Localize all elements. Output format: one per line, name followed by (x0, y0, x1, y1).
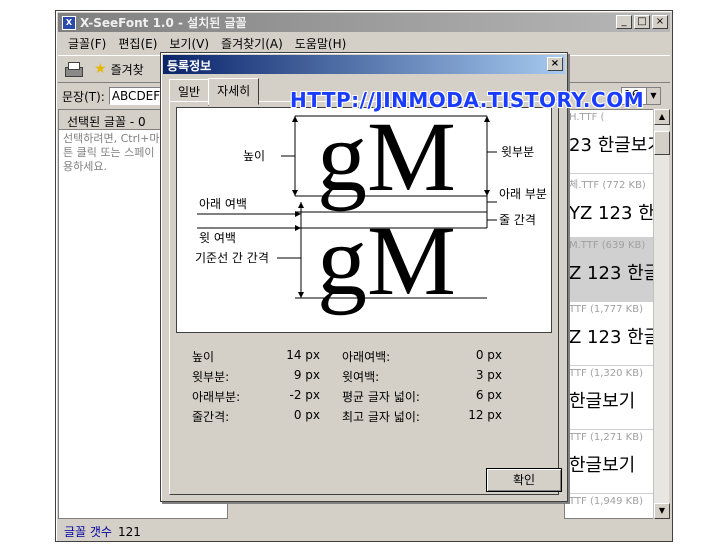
printer-icon[interactable] (64, 61, 83, 77)
font-count: 121 (117, 525, 141, 539)
list-item[interactable]: TTF (1,949 KB) (565, 494, 663, 518)
font-file-meta: TTF (1,949 KB) (569, 496, 643, 507)
metric-value: 14 px (286, 348, 320, 362)
font-file-meta: H.TTF ( (569, 112, 605, 123)
label-top-margin: 윗 여백 (199, 230, 236, 245)
label-ascent: 윗부분 (501, 144, 534, 159)
sentence-label: 문장(T): (62, 89, 105, 104)
metric-value: -2 px (289, 388, 321, 402)
window-controls: _ □ × (616, 15, 668, 29)
font-sample: Z 123 한글 (569, 327, 661, 348)
metric-key: 높이 (192, 350, 215, 364)
metric-value: 0 px (475, 348, 502, 362)
font-list[interactable]: H.TTF ( 23 한글보기 체.TTF (772 KB) YZ 123 한 … (564, 109, 664, 519)
metric-key: 아래여백: (342, 350, 391, 364)
ok-button[interactable]: 확인 (486, 468, 562, 492)
metric-value: 12 px (468, 408, 502, 422)
details-tab-pane: gM gM 높이 아래 여백 윗 여백 기준선 간 간격 윗부분 아래 부분 줄… (169, 101, 562, 495)
font-file-meta: 체.TTF (772 KB) (569, 180, 646, 191)
metrics-row: 줄간격: 0 px 최고 글자 넓이: 12 px (192, 408, 532, 428)
chevron-down-icon[interactable]: ▼ (646, 88, 660, 104)
metric-key: 아래부분: (192, 390, 241, 404)
metric-value: 3 px (475, 368, 502, 382)
label-height: 높이 (243, 149, 265, 163)
menu-help[interactable]: 도움말(H) (289, 35, 353, 52)
font-sample: 한글보기 (569, 455, 636, 476)
list-item[interactable]: 체.TTF (772 KB) YZ 123 한 (565, 174, 663, 238)
list-item[interactable]: TTF (1,320 KB) 한글보기 (565, 366, 663, 430)
maximize-button[interactable]: □ (634, 15, 650, 29)
status-bar: 글꼴 갯수 121 (58, 521, 228, 539)
font-file-meta: TTF (1,320 KB) (569, 368, 643, 379)
metric-key: 최고 글자 넓이: (342, 410, 420, 424)
tab-details[interactable]: 자세히 (208, 78, 260, 105)
list-item-selected[interactable]: M.TTF (639 KB) Z 123 한글 (565, 238, 663, 302)
glyph-sample-1: gM (317, 108, 456, 212)
font-sample: 23 한글보기 (569, 135, 664, 156)
main-titlebar[interactable]: X X-SeeFont 1.0 - 설치된 글꼴 _ □ × (58, 13, 670, 32)
font-sample: YZ 123 한 (569, 203, 655, 224)
metrics-diagram: gM gM 높이 아래 여백 윗 여백 기준선 간 간격 윗부분 아래 부분 줄… (195, 108, 547, 316)
list-item[interactable]: TTF (1,777 KB) Z 123 한글 (565, 302, 663, 366)
menu-view[interactable]: 보기(V) (163, 35, 215, 52)
metrics-row: 윗부분: 9 px 윗여백: 3 px (192, 368, 532, 388)
font-count-label: 글꼴 갯수 (64, 525, 112, 539)
dialog-close-button[interactable]: × (547, 57, 563, 71)
metrics-table: 높이 14 px 아래여백: 0 px 윗부분: 9 px 윗여백: 3 px … (192, 348, 532, 428)
font-sample: 한글보기 (569, 391, 636, 412)
menu-font[interactable]: 글꼴(F) (62, 35, 112, 52)
label-baseline-gap: 기준선 간 간격 (195, 251, 269, 265)
favorites-button-label[interactable]: 즐겨찾 (111, 61, 144, 78)
menubar: 글꼴(F) 편집(E) 보기(V) 즐겨찾기(A) 도움말(H) (58, 33, 670, 53)
label-descent: 아래 부분 (499, 187, 547, 201)
properties-dialog: 등록정보 × 일반 자세히 gM gM 높이 아래 여백 윗 여백 기준선 간 … (160, 52, 568, 502)
metrics-row: 높이 14 px 아래여백: 0 px (192, 348, 532, 368)
metric-value: 9 px (293, 368, 320, 382)
close-button[interactable]: × (652, 15, 668, 29)
scroll-up-icon[interactable]: ▲ (654, 109, 670, 125)
label-bottom-margin: 아래 여백 (199, 197, 247, 211)
scroll-thumb[interactable] (654, 131, 670, 155)
watermark-text: HTTP://JINMODA.TISTORY.COM (290, 88, 645, 112)
metric-key: 윗여백: (342, 370, 380, 384)
font-file-meta: TTF (1,271 KB) (569, 432, 643, 443)
glyph-sample-2: gM (317, 205, 456, 316)
scroll-down-icon[interactable]: ▼ (654, 503, 670, 519)
menu-favorites[interactable]: 즐겨찾기(A) (215, 35, 289, 52)
font-list-scrollbar[interactable]: ▲ ▼ (653, 109, 670, 519)
minimize-button[interactable]: _ (616, 15, 632, 29)
metrics-row: 아래부분: -2 px 평균 글자 넓이: 6 px (192, 388, 532, 408)
metric-key: 줄간격: (192, 410, 230, 424)
metric-key: 윗부분: (192, 370, 230, 384)
font-file-meta: M.TTF (639 KB) (569, 240, 646, 251)
list-item[interactable]: H.TTF ( 23 한글보기 (565, 110, 663, 174)
metric-value: 0 px (293, 408, 320, 422)
metric-key: 평균 글자 넓이: (342, 390, 420, 404)
dialog-title[interactable]: 등록정보 (163, 55, 565, 74)
star-icon[interactable]: ★ (94, 61, 107, 77)
window-title: X-SeeFont 1.0 - 설치된 글꼴 (80, 16, 247, 30)
metric-value: 6 px (475, 388, 502, 402)
metrics-preview: gM gM 높이 아래 여백 윗 여백 기준선 간 간격 윗부분 아래 부분 줄… (176, 107, 552, 333)
app-icon: X (62, 15, 76, 30)
font-sample: Z 123 한글 (569, 263, 661, 284)
label-line-gap: 줄 간격 (499, 213, 536, 227)
font-file-meta: TTF (1,777 KB) (569, 304, 643, 315)
menu-edit[interactable]: 편집(E) (112, 35, 163, 52)
list-item[interactable]: TTF (1,271 KB) 한글보기 (565, 430, 663, 494)
